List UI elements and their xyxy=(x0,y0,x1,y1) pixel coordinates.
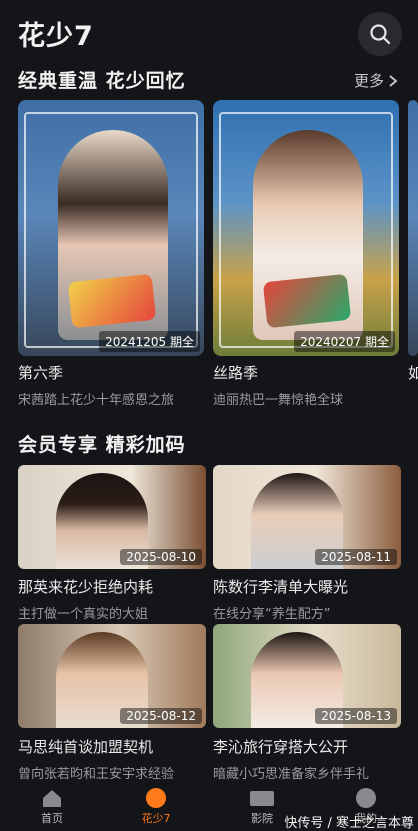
poster-desc: 迪丽热巴一舞惊艳全球 xyxy=(213,393,344,408)
poster-caption[interactable]: 丝路季 迪丽热巴一舞惊艳全球 xyxy=(213,362,403,408)
card-subtitle: 主打做一个真实的大姐 xyxy=(18,607,149,622)
show-logo xyxy=(67,273,157,329)
more-label: 更多 xyxy=(354,72,385,90)
video-card[interactable]: 2025-08-10 xyxy=(18,465,206,569)
watermark: 快传号 / 寒士之言本尊 xyxy=(284,816,414,831)
poster-caption[interactable]: 第六季 宋茜踏上花少十年感恩之旅 xyxy=(18,362,208,408)
section-title-classics: 经典重温 花少回忆 xyxy=(18,70,186,92)
tab-label: 首页 xyxy=(41,812,63,825)
card-title: 马思纯首谈加盟契机 xyxy=(18,738,154,756)
poster-name: 丝路季 xyxy=(213,364,259,382)
poster-badge: 20240207 期全 xyxy=(294,331,395,352)
poster-name: 如 xyxy=(408,364,418,382)
more-link[interactable]: 更多 xyxy=(354,70,398,91)
chevron-right-icon xyxy=(389,74,398,87)
poster-badge: 20241205 期全 xyxy=(99,331,200,352)
poster-partial[interactable] xyxy=(408,100,418,356)
card-date: 2025-08-13 xyxy=(315,708,397,724)
flower-icon xyxy=(146,788,166,808)
card-caption[interactable]: 陈数行李清单大曝光 在线分享“养生配方” xyxy=(213,576,409,622)
section-title-members: 会员专享 精彩加码 xyxy=(18,434,186,456)
card-caption[interactable]: 马思纯首谈加盟契机 曾向张若昀和王安宇求经验 xyxy=(18,736,214,782)
poster-name: 第六季 xyxy=(18,364,64,382)
tab-cinema[interactable]: 影院 xyxy=(232,788,292,826)
card-caption[interactable]: 李沁旅行穿搭大公开 暗藏小巧思准备家乡伴手礼 xyxy=(213,736,409,782)
card-title: 那英来花少拒绝内耗 xyxy=(18,578,154,596)
search-button[interactable] xyxy=(358,12,402,56)
video-card[interactable]: 2025-08-13 xyxy=(213,624,401,728)
tab-home[interactable]: 首页 xyxy=(22,788,82,826)
poster-desc: 宋茜踏上花少十年感恩之旅 xyxy=(18,393,175,408)
card-title: 陈数行李清单大曝光 xyxy=(213,578,349,596)
poster-silkroad[interactable]: 20240207 期全 xyxy=(213,100,399,356)
tab-label: 影院 xyxy=(251,812,273,825)
card-date: 2025-08-12 xyxy=(120,708,202,724)
card-title: 李沁旅行穿搭大公开 xyxy=(213,738,349,756)
tab-huashao7[interactable]: 花少7 xyxy=(126,788,186,826)
card-subtitle: 在线分享“养生配方” xyxy=(213,607,331,622)
search-icon xyxy=(370,24,391,45)
profile-icon xyxy=(356,788,376,808)
card-caption[interactable]: 那英来花少拒绝内耗 主打做一个真实的大姐 xyxy=(18,576,214,622)
card-subtitle: 暗藏小巧思准备家乡伴手礼 xyxy=(213,767,370,782)
tab-label: 花少7 xyxy=(141,812,171,825)
page-title: 花少7 xyxy=(18,21,94,52)
poster-caption-partial: 如 xyxy=(408,362,418,383)
video-card[interactable]: 2025-08-11 xyxy=(213,465,401,569)
card-date: 2025-08-10 xyxy=(120,549,202,565)
header: 花少7 xyxy=(0,0,418,66)
poster-season6[interactable]: 20241205 期全 xyxy=(18,100,204,356)
home-icon xyxy=(43,790,61,807)
card-subtitle: 曾向张若昀和王安宇求经验 xyxy=(18,767,175,782)
cinema-icon xyxy=(250,791,274,806)
video-card[interactable]: 2025-08-12 xyxy=(18,624,206,728)
show-logo xyxy=(262,273,352,329)
card-date: 2025-08-11 xyxy=(315,549,397,565)
